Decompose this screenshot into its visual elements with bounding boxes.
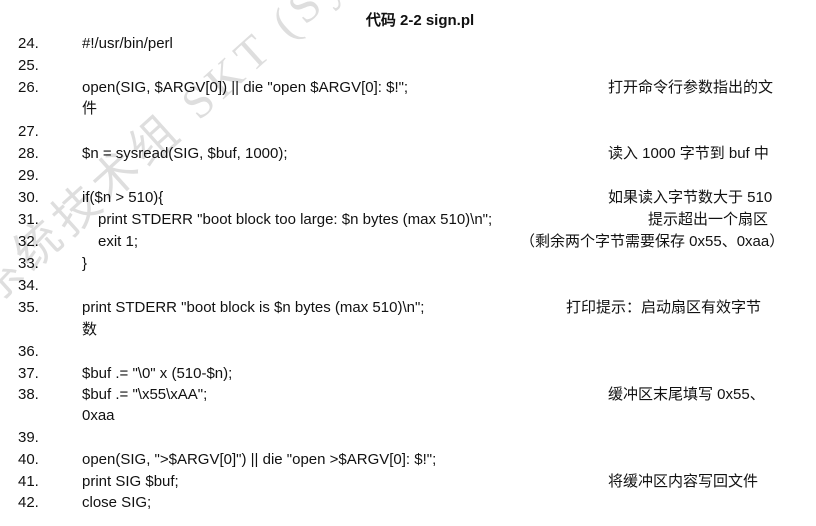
code-line: 34. (0, 276, 816, 296)
code-text: $buf .= "\x55\xAA"; (82, 386, 208, 403)
code-text: open(SIG, ">$ARGV[0]") || die "open >$AR… (82, 451, 437, 468)
code-comment: 读入 1000 字节到 buf 中 (608, 145, 769, 162)
code-listing-title: 代码 2-2 sign.pl (365, 12, 475, 29)
code-comment: （剩余两个字节需要保存 0x55、0xaa） (520, 233, 785, 250)
line-number: 38. (18, 386, 39, 403)
line-number: 27. (18, 123, 39, 140)
line-number: 35. (18, 299, 39, 316)
code-text: if($n > 510){ (82, 189, 164, 206)
code-text: print STDERR "boot block too large: $n b… (98, 211, 493, 228)
code-text: #!/usr/bin/perl (82, 35, 173, 52)
code-text: exit 1; (98, 233, 139, 250)
code-line: 41. print SIG $buf; 将缓冲区内容写回文件 (0, 472, 816, 492)
line-number: 28. (18, 145, 39, 162)
code-line: 39. (0, 428, 816, 448)
code-comment: 打开命令行参数指出的文 (608, 79, 774, 96)
line-number: 31. (18, 211, 39, 228)
code-line: 35. print STDERR "boot block is $n bytes… (0, 298, 816, 318)
code-line: 40. open(SIG, ">$ARGV[0]") || die "open … (0, 450, 816, 470)
line-number: 40. (18, 451, 39, 468)
line-number: 29. (18, 167, 39, 184)
code-comment: 如果读入字节数大于 510 (608, 189, 773, 206)
code-line: 37. $buf .= "\0" x (510-$n); (0, 364, 816, 384)
line-number: 41. (18, 473, 39, 490)
code-text: } (82, 255, 88, 272)
comment-continuation: 0xaa (82, 407, 115, 424)
line-number: 30. (18, 189, 39, 206)
code-line: 33. } (0, 254, 816, 274)
code-line: 29. (0, 166, 816, 186)
code-text: $buf .= "\0" x (510-$n); (82, 365, 233, 382)
code-line: 42. close SIG; (0, 493, 816, 513)
line-number: 36. (18, 343, 39, 360)
code-text: $n = sysread(SIG, $buf, 1000); (82, 145, 288, 162)
line-number: 33. (18, 255, 39, 272)
code-text: close SIG; (82, 494, 152, 511)
line-number: 24. (18, 35, 39, 52)
comment-continuation: 件 (82, 100, 98, 117)
line-number: 25. (18, 57, 39, 74)
code-line: 38. $buf .= "\x55\xAA"; 缓冲区末尾填写 0x55、 (0, 385, 816, 405)
code-text: print STDERR "boot block is $n bytes (ma… (82, 299, 425, 316)
code-line: 32. exit 1; （剩余两个字节需要保存 0x55、0xaa） (0, 232, 816, 252)
code-comment: 将缓冲区内容写回文件 (608, 473, 759, 490)
code-line: 31. print STDERR "boot block too large: … (0, 210, 816, 230)
code-line: 36. (0, 342, 816, 362)
code-line: 30. if($n > 510){ 如果读入字节数大于 510 (0, 188, 816, 208)
code-line: 25. (0, 56, 816, 76)
line-number: 26. (18, 79, 39, 96)
code-comment: 缓冲区末尾填写 0x55、 (608, 386, 765, 403)
line-number: 32. (18, 233, 39, 250)
line-number: 37. (18, 365, 39, 382)
code-text: open(SIG, $ARGV[0]) || die "open $ARGV[0… (82, 79, 409, 96)
code-line: 26. open(SIG, $ARGV[0]) || die "open $AR… (0, 78, 816, 98)
code-comment: 打印提示：启动扇区有效字节 (566, 299, 762, 316)
code-line: 28. $n = sysread(SIG, $buf, 1000); 读入 10… (0, 144, 816, 164)
code-text: print SIG $buf; (82, 473, 179, 490)
code-line: 24. #!/usr/bin/perl (0, 34, 816, 54)
code-line: 27. (0, 122, 816, 142)
line-number: 42. (18, 494, 39, 511)
line-number: 39. (18, 429, 39, 446)
line-number: 34. (18, 277, 39, 294)
comment-continuation: 数 (82, 321, 98, 338)
code-comment: 提示超出一个扇区 (648, 211, 769, 228)
